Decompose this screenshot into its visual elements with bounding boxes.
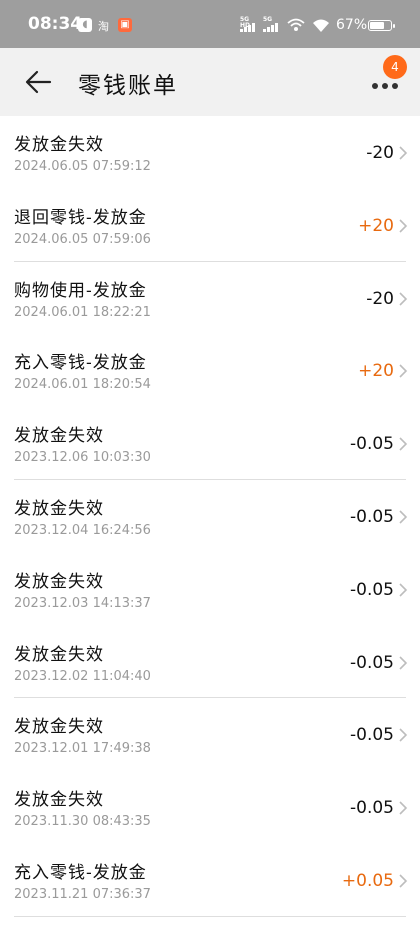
- chevron-right-icon: [399, 728, 408, 742]
- hotspot-icon: [287, 18, 305, 31]
- bill-amount: +20: [358, 361, 394, 382]
- bill-title: 充入零钱-发放金: [14, 862, 147, 883]
- bill-row[interactable]: 发放金失效 2024.06.05 07:59:12 -20: [0, 116, 420, 189]
- chevron-right-icon: [399, 364, 408, 378]
- chevron-right-icon: [399, 656, 408, 670]
- notification-app-icon: ◖: [78, 18, 92, 32]
- bill-title: 发放金失效: [14, 644, 104, 665]
- bill-amount: -20: [366, 288, 394, 309]
- bill-amount: -0.05: [350, 725, 394, 746]
- bill-time: 2023.11.21 07:36:37: [14, 886, 151, 902]
- app-header: 零钱账单: [0, 48, 420, 116]
- back-arrow-icon[interactable]: [22, 68, 54, 96]
- bill-time: 2024.06.05 07:59:06: [14, 231, 151, 247]
- bill-row[interactable]: 发放金失效 2023.11.30 08:43:35 -0.05: [0, 771, 420, 844]
- bill-time: 2024.06.01 18:20:54: [14, 377, 151, 393]
- chevron-right-icon: [399, 219, 408, 233]
- bill-amount: +0.05: [341, 870, 394, 891]
- more-options-button[interactable]: [368, 76, 402, 96]
- notification-badge: 4: [383, 55, 407, 79]
- bill-title: 发放金失效: [14, 426, 104, 447]
- bill-time: 2024.06.05 07:59:12: [14, 159, 151, 174]
- bill-title: 购物使用-发放金: [14, 280, 147, 301]
- bill-time: 2023.12.01 17:49:38: [14, 741, 151, 757]
- chevron-right-icon: [399, 146, 408, 160]
- status-time: 08:34: [28, 14, 83, 34]
- bill-list: 发放金失效 2024.06.05 07:59:12 -20 退回零钱-发放金 2…: [0, 116, 420, 917]
- bill-row[interactable]: 购物使用-发放金 2024.06.01 18:22:21 -20: [0, 262, 420, 335]
- bill-title: 充入零钱-发放金: [14, 353, 147, 374]
- bill-title: 发放金失效: [14, 135, 104, 155]
- bill-amount: -0.05: [350, 434, 394, 455]
- chevron-right-icon: [399, 874, 408, 888]
- page-title: 零钱账单: [78, 73, 178, 99]
- chevron-right-icon: [399, 510, 408, 524]
- status-bar: 08:34 ◖ 淘 ▣ 5G HD 5G 67%: [0, 0, 420, 48]
- bill-title: 发放金失效: [14, 571, 104, 592]
- cellular-signal-icon: 5G HD: [240, 17, 260, 33]
- bill-amount: -0.05: [350, 652, 394, 673]
- bill-amount: -20: [366, 143, 394, 163]
- bill-title: 发放金失效: [14, 498, 104, 519]
- bill-row[interactable]: 发放金失效 2023.12.03 14:13:37 -0.05: [0, 553, 420, 626]
- chevron-right-icon: [399, 583, 408, 597]
- battery-percentage: 67%: [336, 17, 368, 33]
- cellular-signal-icon-2: 5G: [263, 17, 283, 33]
- bill-title: 发放金失效: [14, 717, 104, 738]
- bill-amount: +20: [358, 215, 394, 236]
- bill-amount: -0.05: [350, 798, 394, 819]
- chevron-right-icon: [399, 437, 408, 451]
- bill-title: 发放金失效: [14, 790, 104, 811]
- chevron-right-icon: [399, 292, 408, 306]
- battery-icon: [368, 20, 395, 31]
- bill-amount: -0.05: [350, 506, 394, 527]
- bill-row[interactable]: 充入零钱-发放金 2024.06.01 18:20:54 +20: [0, 334, 420, 407]
- bill-time: 2023.12.04 16:24:56: [14, 522, 151, 538]
- chevron-right-icon: [399, 801, 408, 815]
- bill-row[interactable]: 发放金失效 2023.12.04 16:24:56 -0.05: [0, 480, 420, 553]
- bill-time: 2023.11.30 08:43:35: [14, 814, 151, 830]
- bill-time: 2023.12.03 14:13:37: [14, 595, 151, 611]
- bill-time: 2024.06.01 18:22:21: [14, 304, 151, 320]
- bill-row[interactable]: 充入零钱-发放金 2023.11.21 07:36:37 +0.05: [0, 844, 420, 917]
- shopping-app-notification-icon: ▣: [118, 18, 132, 32]
- taobao-notification-icon: 淘: [98, 20, 109, 33]
- bill-time: 2023.12.02 11:04:40: [14, 668, 151, 684]
- bill-time: 2023.12.06 10:03:30: [14, 450, 151, 466]
- bill-row[interactable]: 发放金失效 2023.12.06 10:03:30 -0.05: [0, 407, 420, 480]
- wifi-icon: [313, 19, 329, 32]
- bill-title: 退回零钱-发放金: [14, 207, 147, 228]
- bill-amount: -0.05: [350, 579, 394, 600]
- bill-row[interactable]: 退回零钱-发放金 2024.06.05 07:59:06 +20: [0, 189, 420, 262]
- bill-row[interactable]: 发放金失效 2023.12.01 17:49:38 -0.05: [0, 698, 420, 771]
- bill-row[interactable]: 发放金失效 2023.12.02 11:04:40 -0.05: [0, 626, 420, 699]
